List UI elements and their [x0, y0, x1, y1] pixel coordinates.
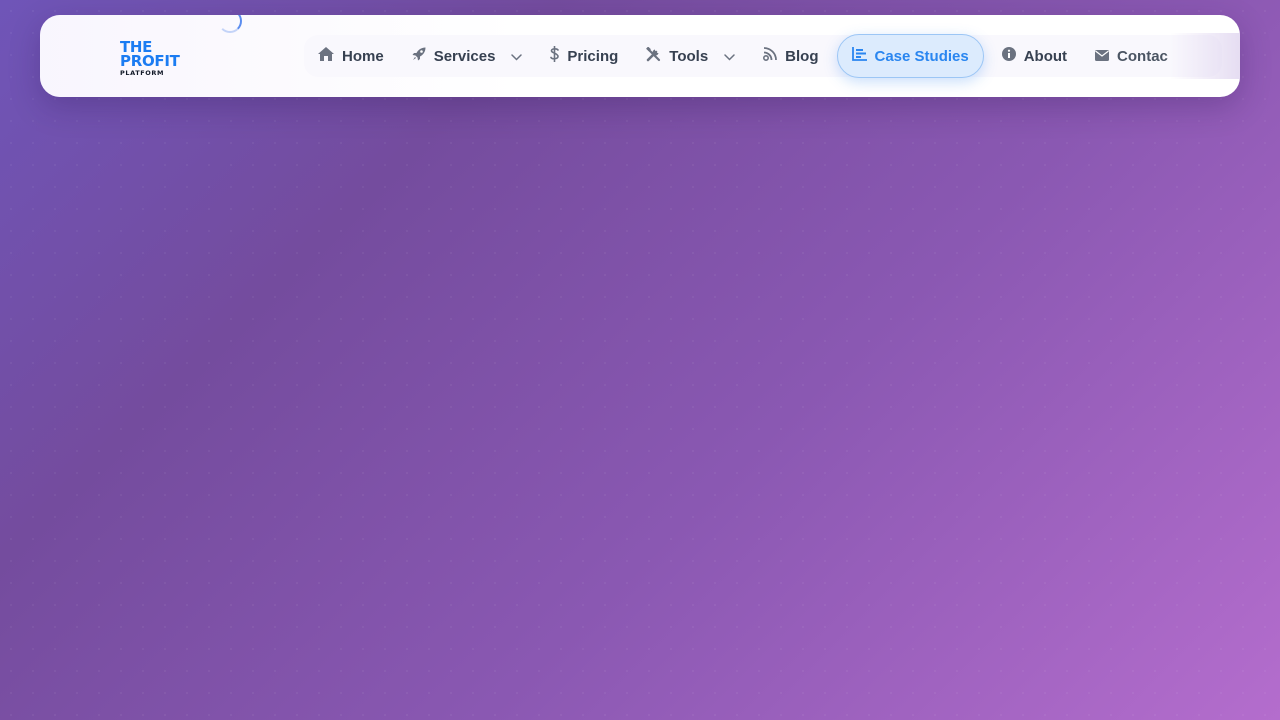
bar-chart-icon [851, 47, 867, 65]
chevron-down-icon [724, 48, 735, 65]
brand-logo[interactable]: THE PROFIT PLATFORM [120, 40, 180, 78]
nav-item-home[interactable]: Home [304, 35, 398, 77]
nav-item-case-studies[interactable]: Case Studies [836, 34, 984, 78]
nav-item-about[interactable]: About [988, 35, 1081, 77]
chevron-down-icon [511, 48, 523, 65]
logo-text-line3: PLATFORM [120, 69, 165, 77]
nav-item-label: Case Studies [874, 47, 969, 65]
info-icon [1001, 47, 1016, 65]
loading-spinner-icon [218, 15, 242, 33]
nav-item-label: Pricing [567, 47, 619, 65]
home-icon [318, 47, 334, 65]
envelope-icon [1095, 48, 1110, 65]
blog-icon [763, 47, 778, 65]
nav-item-services[interactable]: Services [398, 35, 537, 77]
nav-item-label: Tools [669, 47, 709, 65]
nav-item-label: Home [342, 47, 384, 65]
top-navbar: THE PROFIT PLATFORM Home Services Pricin… [40, 15, 1240, 97]
background-pattern [0, 0, 1280, 720]
nav-item-label: Services [433, 47, 496, 65]
nav-item-contact[interactable]: Contac [1081, 35, 1182, 77]
nav-item-label: Blog [785, 47, 819, 65]
nav-item-pricing[interactable]: Pricing [536, 35, 632, 77]
main-nav: Home Services Pricing Tools Blog Case St… [304, 34, 1222, 78]
dollar-icon [550, 45, 560, 66]
rocket-icon [412, 47, 426, 65]
nav-item-label: Contac [1117, 47, 1168, 65]
nav-item-tools[interactable]: Tools [632, 35, 749, 77]
tools-icon [646, 46, 661, 66]
nav-item-blog[interactable]: Blog [749, 35, 832, 77]
nav-item-label: About [1023, 47, 1068, 65]
logo-text-line2: PROFIT [120, 52, 180, 70]
